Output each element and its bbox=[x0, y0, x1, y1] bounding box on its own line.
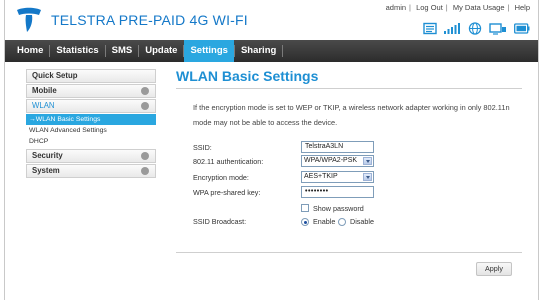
nav-statistics[interactable]: Statistics bbox=[50, 40, 104, 62]
collapse-icon bbox=[141, 102, 149, 110]
sidebar-item-quick-setup[interactable]: Quick Setup bbox=[26, 69, 156, 83]
sms-envelope-icon[interactable] bbox=[423, 22, 437, 35]
signal-bars-icon bbox=[444, 22, 460, 34]
sidebar-item-label: System bbox=[32, 166, 60, 175]
sidebar-subitem-wlan-advanced-settings[interactable]: WLAN Advanced Settings bbox=[26, 125, 156, 136]
disable-label: Disable bbox=[350, 217, 374, 226]
sidebar-item-system[interactable]: System bbox=[26, 164, 156, 178]
ssid-input[interactable]: TelstraA3LN bbox=[301, 141, 374, 153]
battery-icon bbox=[514, 22, 530, 34]
sidebar-item-label: Security bbox=[32, 151, 63, 160]
auth-label: 802.11 authentication: bbox=[193, 157, 264, 166]
sidebar-item-security[interactable]: Security bbox=[26, 149, 156, 163]
sidebar-item-label: Mobile bbox=[32, 86, 57, 95]
admin-link[interactable]: admin bbox=[386, 3, 406, 12]
nav-update[interactable]: Update bbox=[139, 40, 183, 62]
show-password-label: Show password bbox=[313, 204, 364, 213]
form-divider bbox=[176, 252, 522, 253]
encryption-label: Encryption mode: bbox=[193, 173, 249, 182]
disable-radio[interactable] bbox=[338, 218, 346, 226]
ssid-label: SSID: bbox=[193, 143, 212, 152]
title-divider bbox=[176, 88, 522, 89]
encryption-notice: If the encryption mode is set to WEP or … bbox=[193, 103, 510, 127]
logout-link[interactable]: Log Out bbox=[416, 3, 443, 12]
my-data-usage-link[interactable]: My Data Usage bbox=[453, 3, 505, 12]
apply-button[interactable]: Apply bbox=[476, 262, 512, 276]
header: TELSTRA PRE-PAID 4G WI-FI admin | Log Out… bbox=[5, 0, 538, 38]
settings-sidebar: Quick Setup Mobile WLAN →WLAN Basic Sett… bbox=[26, 69, 156, 179]
radio-selected-dot bbox=[303, 220, 307, 224]
sidebar-item-label: WLAN bbox=[32, 101, 55, 110]
enable-label: Enable bbox=[313, 217, 336, 226]
enable-radio[interactable] bbox=[301, 218, 309, 226]
page-title: WLAN Basic Settings bbox=[176, 68, 319, 84]
sidebar-item-label: Quick Setup bbox=[32, 71, 78, 80]
authentication-value: WPA/WPA2-PSK bbox=[304, 157, 358, 164]
nav-home[interactable]: Home bbox=[11, 40, 49, 62]
telstra-logo bbox=[17, 7, 41, 32]
nav-sharing[interactable]: Sharing bbox=[235, 40, 282, 62]
sidebar-item-mobile[interactable]: Mobile bbox=[26, 84, 156, 98]
encryption-select[interactable]: AES+TKIP bbox=[301, 171, 374, 183]
expand-icon bbox=[141, 167, 149, 175]
nav-settings[interactable]: Settings bbox=[184, 40, 234, 62]
help-link[interactable]: Help bbox=[515, 3, 530, 12]
sidebar-subitem-dhcp[interactable]: DHCP bbox=[26, 136, 156, 147]
chevron-down-icon bbox=[363, 173, 372, 181]
chevron-down-icon bbox=[363, 157, 372, 165]
expand-icon bbox=[141, 87, 149, 95]
globe-icon bbox=[468, 21, 482, 35]
psk-label: WPA pre-shared key: bbox=[193, 188, 261, 197]
psk-password-input[interactable]: •••••••• bbox=[301, 186, 374, 198]
nav-divider bbox=[282, 45, 284, 57]
ssid-broadcast-label: SSID Broadcast: bbox=[193, 217, 247, 226]
sidebar-subitem-wlan-basic-settings[interactable]: →WLAN Basic Settings bbox=[26, 114, 156, 125]
show-password-checkbox[interactable] bbox=[301, 204, 309, 212]
expand-icon bbox=[141, 152, 149, 160]
nav-sms[interactable]: SMS bbox=[106, 40, 139, 62]
sidebar-item-wlan[interactable]: WLAN bbox=[26, 99, 156, 113]
top-links: admin | Log Out | My Data Usage | Help bbox=[385, 3, 530, 12]
wifi-device-icon bbox=[489, 22, 506, 35]
main-nav: Home Statistics SMS Update Settings Shar… bbox=[5, 40, 538, 62]
status-icons bbox=[423, 21, 530, 35]
encryption-value: AES+TKIP bbox=[304, 173, 338, 180]
brand-title: TELSTRA PRE-PAID 4G WI-FI bbox=[51, 12, 248, 28]
main-content: WLAN Basic Settings bbox=[176, 68, 526, 84]
authentication-select[interactable]: WPA/WPA2-PSK bbox=[301, 155, 374, 167]
